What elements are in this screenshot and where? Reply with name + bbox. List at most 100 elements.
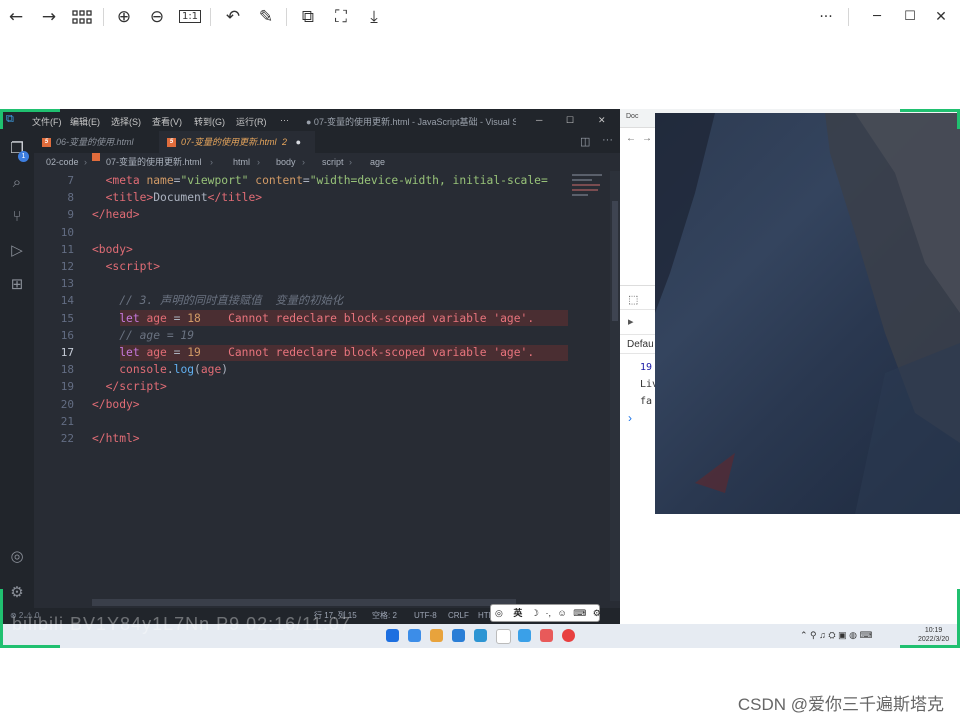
edge-icon[interactable] bbox=[474, 629, 487, 642]
rotate-icon[interactable]: ↶ bbox=[221, 5, 245, 29]
console-prompt[interactable]: › bbox=[628, 411, 632, 425]
browser-forward-icon[interactable]: → bbox=[642, 133, 652, 144]
breadcrumb-script[interactable]: script bbox=[322, 153, 344, 171]
line-number: 19 bbox=[60, 380, 74, 394]
end-of-line[interactable]: CRLF bbox=[448, 608, 469, 624]
vscode-close-button[interactable]: ✕ bbox=[598, 115, 606, 126]
horizontal-scrollbar[interactable] bbox=[92, 599, 516, 606]
line-number: 12 bbox=[60, 260, 74, 273]
source-control-icon[interactable]: ⑂ bbox=[8, 207, 26, 225]
chat-icon[interactable] bbox=[430, 629, 443, 642]
menu-file[interactable]: 文件(F) bbox=[32, 115, 62, 128]
chrome-icon[interactable] bbox=[562, 629, 575, 642]
menu-go[interactable]: 转到(G) bbox=[194, 115, 225, 128]
log-level-dropdown[interactable]: Defau bbox=[627, 339, 654, 350]
code-line[interactable]: </html> bbox=[92, 430, 140, 447]
code-line[interactable]: </script> bbox=[92, 378, 167, 395]
ime-keyboard-icon[interactable]: ⌨ bbox=[573, 608, 586, 618]
vscode-taskbar-icon[interactable] bbox=[452, 629, 465, 642]
zoom-in-icon[interactable]: ⊕ bbox=[112, 5, 136, 29]
maximize-button[interactable]: ☐ bbox=[898, 5, 922, 29]
line-number: 13 bbox=[60, 277, 74, 291]
toolbar-divider bbox=[210, 8, 211, 26]
tab-06[interactable]: 5 06-变量的使用.html bbox=[34, 131, 154, 153]
browser-back-icon[interactable]: ← bbox=[626, 133, 636, 144]
ime-toolbar[interactable]: ◎ 英 ☽ ·, ☺ ⌨ ⚙ bbox=[490, 604, 601, 622]
indentation[interactable]: 空格: 2 bbox=[372, 608, 397, 624]
more-options-button[interactable]: ··· bbox=[814, 5, 838, 29]
back-arrow-icon[interactable]: ← bbox=[4, 5, 28, 29]
share-icon[interactable]: ⧉ bbox=[296, 5, 320, 29]
clock[interactable]: 10:19 2022/3/20 bbox=[918, 626, 949, 644]
fit-screen-icon[interactable]: ⛶ bbox=[329, 5, 353, 29]
unsaved-dot-icon[interactable]: ● bbox=[296, 137, 301, 147]
minimap[interactable] bbox=[572, 171, 610, 221]
menu-run[interactable]: 运行(R) bbox=[236, 115, 267, 128]
menu-selection[interactable]: 选择(S) bbox=[111, 115, 141, 128]
code-line[interactable]: let age = 19 Cannot redeclare block-scop… bbox=[92, 344, 534, 361]
ime-settings-icon[interactable]: ⚙ bbox=[593, 608, 601, 618]
vscode-minimize-button[interactable]: ─ bbox=[536, 115, 542, 125]
image-viewer-toolbar: ← → ⊕ ⊖ 1:1 ↶ ✎ ⧉ ⛶ ⤓ ··· ─ ☐ ✕ bbox=[0, 0, 960, 34]
tab-label: 07-变量的使用更新.html bbox=[181, 137, 277, 147]
app-taskbar-icon[interactable] bbox=[540, 629, 553, 642]
task-view-icon[interactable] bbox=[408, 629, 421, 642]
code-line[interactable]: <title>Document</title> bbox=[92, 189, 262, 206]
vertical-scrollbar[interactable] bbox=[610, 171, 620, 601]
breadcrumb-body[interactable]: body bbox=[276, 153, 296, 171]
code-line[interactable]: // 3. 声明的同时直接赋值 变量的初始化 bbox=[92, 292, 343, 309]
explorer-taskbar-icon[interactable] bbox=[518, 629, 531, 642]
line-number: 15 bbox=[60, 311, 74, 325]
vscode-maximize-button[interactable]: ☐ bbox=[566, 115, 574, 126]
breadcrumb-html[interactable]: html bbox=[233, 153, 250, 171]
download-icon[interactable]: ⤓ bbox=[362, 5, 386, 29]
close-button[interactable]: ✕ bbox=[929, 5, 953, 29]
menu-view[interactable]: 查看(V) bbox=[152, 115, 182, 128]
windows-start-icon[interactable] bbox=[386, 629, 399, 642]
line-number: 8 bbox=[67, 191, 74, 205]
ime-moon-icon[interactable]: ☽ bbox=[531, 608, 539, 618]
code-editor[interactable]: 7 <meta name="viewport" content="width=d… bbox=[34, 171, 610, 601]
gear-icon[interactable]: ⚙ bbox=[8, 583, 26, 601]
breadcrumb-age[interactable]: age bbox=[370, 153, 385, 171]
run-debug-icon[interactable]: ▷ bbox=[8, 241, 26, 259]
menu-edit[interactable]: 编辑(E) bbox=[70, 115, 100, 128]
forward-arrow-icon[interactable]: → bbox=[37, 5, 61, 29]
actual-size-icon[interactable]: 1:1 bbox=[178, 5, 202, 29]
split-editor-icon[interactable]: ◫ bbox=[580, 135, 590, 148]
inspect-element-icon[interactable]: ⬚ bbox=[628, 293, 638, 306]
code-line[interactable]: console.log(age) bbox=[92, 361, 228, 378]
code-line[interactable]: let age = 18 Cannot redeclare block-scop… bbox=[92, 310, 534, 327]
ime-lang[interactable]: 英 bbox=[513, 608, 522, 618]
encoding[interactable]: UTF-8 bbox=[414, 608, 437, 624]
code-line[interactable]: </body> bbox=[92, 396, 140, 413]
edit-icon[interactable]: ✎ bbox=[254, 5, 278, 29]
code-line[interactable]: <meta name="viewport" content="width=dev… bbox=[92, 172, 548, 189]
grid-icon[interactable] bbox=[70, 5, 94, 29]
more-actions-icon[interactable]: ··· bbox=[602, 134, 613, 146]
system-tray[interactable]: ⌃ ⚲ ♫ ⛭ ▣ ◍ ⌨ bbox=[800, 630, 872, 641]
code-line[interactable]: <script> bbox=[92, 258, 160, 275]
tab-07[interactable]: 5 07-变量的使用更新.html 2 ● bbox=[159, 131, 315, 153]
account-icon[interactable]: ◎ bbox=[8, 547, 26, 565]
extensions-icon[interactable]: ⊞ bbox=[8, 275, 26, 293]
zoom-out-icon[interactable]: ⊖ bbox=[145, 5, 169, 29]
activity-bar: ❐ 1 ⌕ ⑂ ▷ ⊞ ◎ ⚙ bbox=[0, 131, 34, 624]
code-line[interactable]: </head> bbox=[92, 206, 140, 223]
anime-video-overlay bbox=[655, 113, 960, 514]
minimize-button[interactable]: ─ bbox=[865, 5, 889, 29]
code-line[interactable]: <body> bbox=[92, 241, 133, 258]
csdn-watermark: CSDN @爱你三千遍斯塔克 bbox=[737, 695, 944, 714]
console-sidebar-icon[interactable]: ▸ bbox=[628, 315, 634, 328]
browser-tab[interactable]: Doc bbox=[626, 113, 638, 120]
breadcrumb-file[interactable]: 07-变量的使用更新.html bbox=[106, 153, 202, 171]
actual-size-label: 1:1 bbox=[178, 10, 202, 23]
code-line[interactable]: // age = 19 bbox=[92, 327, 194, 344]
ime-emoji-icon[interactable]: ☺ bbox=[558, 608, 567, 618]
search-taskbar-icon[interactable] bbox=[496, 629, 511, 644]
breadcrumb-folder[interactable]: 02-code bbox=[46, 153, 79, 171]
ime-punct-icon[interactable]: ·, bbox=[546, 608, 552, 618]
menu-more[interactable]: ··· bbox=[280, 115, 289, 125]
problem-count-badge: 2 bbox=[282, 137, 288, 147]
search-icon[interactable]: ⌕ bbox=[8, 173, 26, 191]
